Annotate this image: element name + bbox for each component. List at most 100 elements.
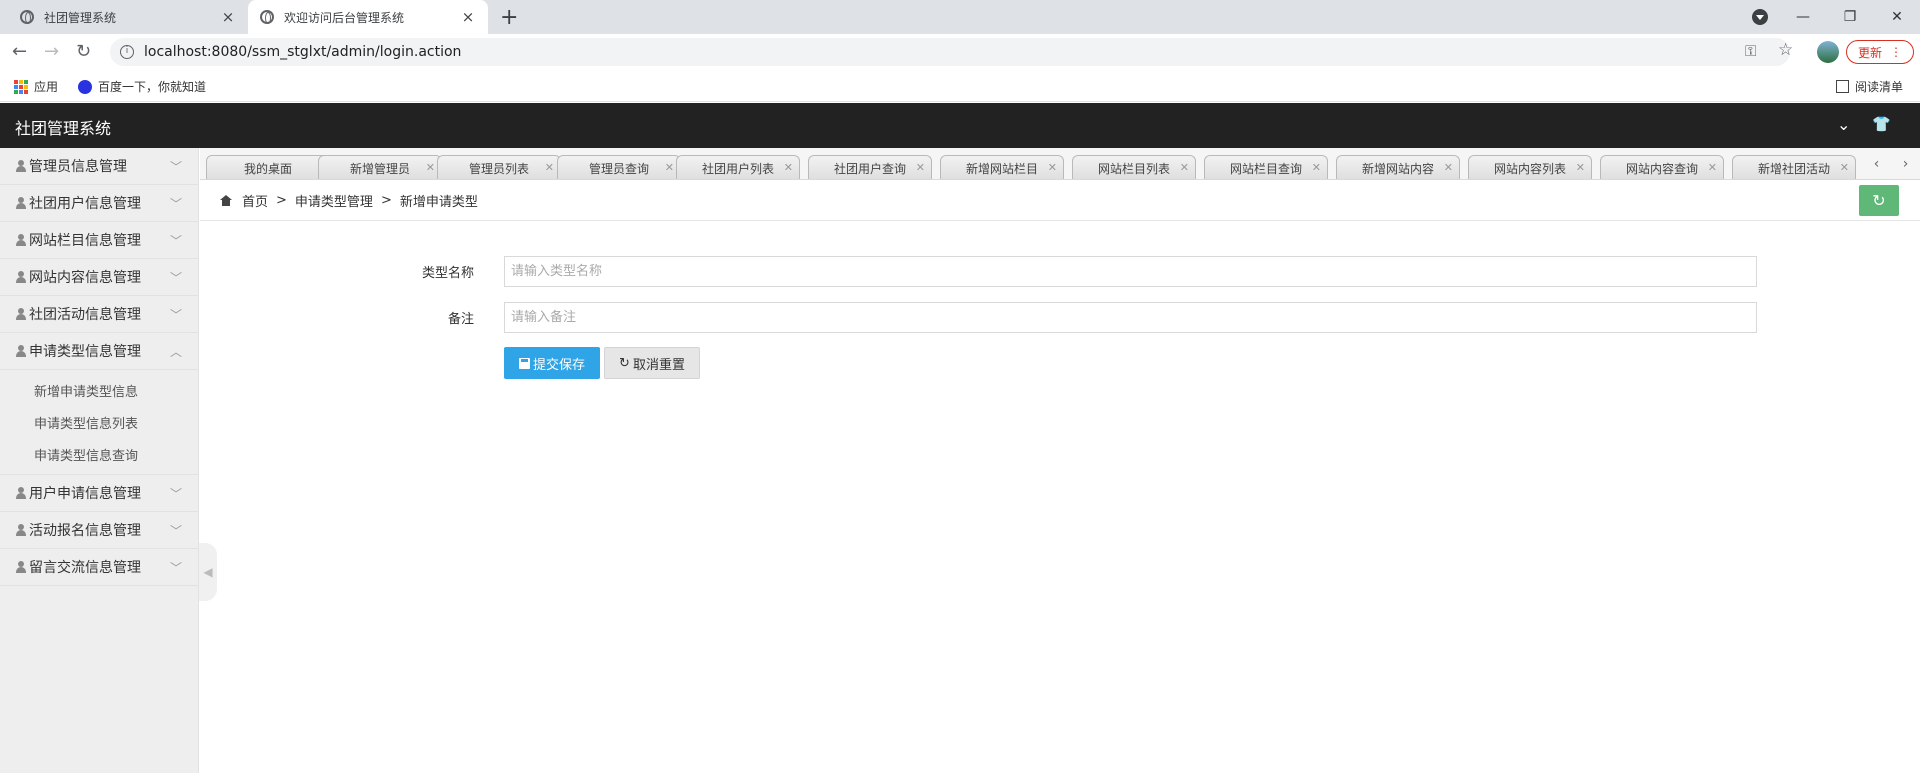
sidebar-menu-label: 社团活动信息管理 xyxy=(29,307,141,323)
user-icon xyxy=(16,524,26,536)
browser-tab-title: 欢迎访问后台管理系统 xyxy=(284,10,405,25)
content-tab[interactable]: 社团用户列表 ✕ xyxy=(676,155,800,179)
window-close-button[interactable]: ✕ xyxy=(1874,0,1920,34)
sidebar-menu-label: 活动报名信息管理 xyxy=(29,523,141,539)
forward-arrow-icon[interactable]: → xyxy=(44,41,59,62)
star-icon[interactable]: ☆ xyxy=(1778,40,1793,60)
sidebar-menu-messages[interactable]: 留言交流信息管理 ﹀ xyxy=(0,549,198,586)
content-tab[interactable]: 网站栏目查询 ✕ xyxy=(1204,155,1328,179)
cancel-reset-button[interactable]: ↻ 取消重置 xyxy=(604,347,700,379)
content-tab-label: 网站内容列表 xyxy=(1493,161,1566,176)
close-tab-icon[interactable]: × xyxy=(220,8,236,26)
url-text[interactable]: localhost:8080/ssm_stglxt/admin/login.ac… xyxy=(144,44,461,60)
sidebar: 管理员信息管理 ﹀ 社团用户信息管理 ﹀ 网站栏目信息管理 ﹀ 网站内容信息管理… xyxy=(0,148,199,773)
chevron-down-icon: ﹀ xyxy=(169,160,182,174)
content-tab[interactable]: 我的桌面 xyxy=(206,155,330,179)
content-tab[interactable]: 管理员列表 ✕ xyxy=(437,155,561,179)
chevron-down-icon[interactable]: ⌄ xyxy=(1837,115,1850,134)
user-icon xyxy=(16,197,26,209)
theme-shirt-icon[interactable]: 👕 xyxy=(1872,115,1891,133)
content-tab-label: 我的桌面 xyxy=(243,161,292,176)
close-icon[interactable]: ✕ xyxy=(1840,161,1849,174)
restore-button[interactable]: ❐ xyxy=(1827,0,1873,34)
user-icon xyxy=(16,234,26,246)
content-tab[interactable]: 新增网站内容 ✕ xyxy=(1336,155,1460,179)
content-tab[interactable]: 社团用户查询 ✕ xyxy=(808,155,932,179)
browser-tab-1[interactable]: 社团管理系统 × xyxy=(8,0,248,34)
app-header: 社团管理系统 ⌄ 👕 xyxy=(0,103,1920,148)
browser-tab-2[interactable]: 欢迎访问后台管理系统 × xyxy=(248,0,488,34)
close-icon[interactable]: ✕ xyxy=(1708,161,1717,174)
omnibox[interactable]: i localhost:8080/ssm_stglxt/admin/login.… xyxy=(110,38,1790,66)
sidebar-menu-label: 网站栏目信息管理 xyxy=(29,233,141,249)
content-tab[interactable]: 新增社团活动 ✕ xyxy=(1732,155,1856,179)
sidebar-menu-site-content[interactable]: 网站内容信息管理 ﹀ xyxy=(0,259,198,296)
close-icon[interactable]: ✕ xyxy=(1180,161,1189,174)
apps-grid-icon xyxy=(14,79,28,94)
content-tab[interactable]: 网站栏目列表 ✕ xyxy=(1072,155,1196,179)
bookmark-label: 应用 xyxy=(34,80,59,94)
reset-icon: ↻ xyxy=(619,355,630,371)
user-icon xyxy=(16,345,26,357)
reading-list[interactable]: 阅读清单 xyxy=(1836,78,1903,95)
content-tab[interactable]: 管理员查询 ✕ xyxy=(557,155,681,179)
browser-tab-strip: 社团管理系统 × 欢迎访问后台管理系统 × + — ❐ ✕ xyxy=(0,0,1920,34)
content-tab[interactable]: 新增网站栏目 ✕ xyxy=(940,155,1064,179)
sidebar-menu-club-users[interactable]: 社团用户信息管理 ﹀ xyxy=(0,185,198,222)
close-icon[interactable]: ✕ xyxy=(784,161,793,174)
refresh-button[interactable]: ↻ xyxy=(1859,185,1899,216)
sidebar-menu-activity-signups[interactable]: 活动报名信息管理 ﹀ xyxy=(0,512,198,549)
bookmark-baidu[interactable]: 百度一下，你就知道 xyxy=(78,78,206,95)
update-button[interactable]: 更新 ⋮ xyxy=(1846,40,1914,64)
new-tab-button[interactable]: + xyxy=(500,5,518,30)
content-tab[interactable]: 网站内容列表 ✕ xyxy=(1468,155,1592,179)
breadcrumb-level1[interactable]: 申请类型管理 xyxy=(295,191,373,210)
remark-input[interactable] xyxy=(504,302,1757,333)
sidebar-subitem-add-type[interactable]: 新增申请类型信息 xyxy=(0,374,198,406)
type-name-label: 类型名称 xyxy=(421,266,474,281)
close-icon[interactable]: ✕ xyxy=(1048,161,1057,174)
content-tab-label: 管理员列表 xyxy=(468,161,529,176)
bookmark-bar: 应用 百度一下，你就知道 阅读清单 xyxy=(0,70,1920,102)
sidebar-collapse-handle[interactable]: ◀ xyxy=(199,543,217,601)
close-icon[interactable]: ✕ xyxy=(916,161,925,174)
close-icon[interactable]: ✕ xyxy=(1444,161,1453,174)
type-name-input[interactable] xyxy=(504,256,1757,287)
close-icon[interactable]: ✕ xyxy=(426,161,435,174)
close-icon[interactable]: ✕ xyxy=(665,161,674,174)
submit-save-button[interactable]: 提交保存 xyxy=(504,347,600,379)
minimize-button[interactable]: — xyxy=(1780,0,1826,34)
close-tab-icon[interactable]: × xyxy=(460,8,476,26)
breadcrumb-home[interactable]: 首页 xyxy=(242,191,268,210)
key-icon[interactable]: ⚿ xyxy=(1745,42,1756,60)
content-tab-label: 社团用户查询 xyxy=(833,161,906,176)
chevron-down-icon: ﹀ xyxy=(169,561,182,575)
chevron-down-icon: ﹀ xyxy=(169,271,182,285)
chevron-up-icon: ︿ xyxy=(169,345,182,359)
tab-scroll-controls: ‹ › xyxy=(1862,148,1920,179)
tab-search-icon[interactable] xyxy=(1752,9,1768,25)
content-tab-label: 网站内容查询 xyxy=(1625,161,1698,176)
sidebar-menu-user-applications[interactable]: 用户申请信息管理 ﹀ xyxy=(0,475,198,512)
info-icon[interactable]: i xyxy=(120,45,134,59)
form-row-type-name: 类型名称 xyxy=(400,256,1757,287)
content-tab[interactable]: 新增管理员 ✕ xyxy=(318,155,442,179)
close-icon[interactable]: ✕ xyxy=(1576,161,1585,174)
sidebar-menu-label: 申请类型信息管理 xyxy=(29,344,141,360)
close-icon[interactable]: ✕ xyxy=(545,161,554,174)
sidebar-subitem-type-list[interactable]: 申请类型信息列表 xyxy=(0,406,198,438)
sidebar-menu-site-columns[interactable]: 网站栏目信息管理 ﹀ xyxy=(0,222,198,259)
sidebar-menu-application-types[interactable]: 申请类型信息管理 ︿ xyxy=(0,333,198,370)
chevron-right-icon[interactable]: › xyxy=(1903,156,1909,172)
content-tab[interactable]: 网站内容查询 ✕ xyxy=(1600,155,1724,179)
reload-icon[interactable]: ↻ xyxy=(76,41,91,62)
sidebar-subitem-type-query[interactable]: 申请类型信息查询 xyxy=(0,438,198,470)
back-arrow-icon[interactable]: ← xyxy=(12,41,27,62)
submit-save-label: 提交保存 xyxy=(532,357,585,373)
sidebar-menu-admin[interactable]: 管理员信息管理 ﹀ xyxy=(0,148,198,185)
chevron-left-icon[interactable]: ‹ xyxy=(1874,156,1880,172)
sidebar-menu-club-activities[interactable]: 社团活动信息管理 ﹀ xyxy=(0,296,198,333)
close-icon[interactable]: ✕ xyxy=(1312,161,1321,174)
profile-avatar[interactable] xyxy=(1817,41,1839,63)
bookmark-apps[interactable]: 应用 xyxy=(14,78,58,95)
